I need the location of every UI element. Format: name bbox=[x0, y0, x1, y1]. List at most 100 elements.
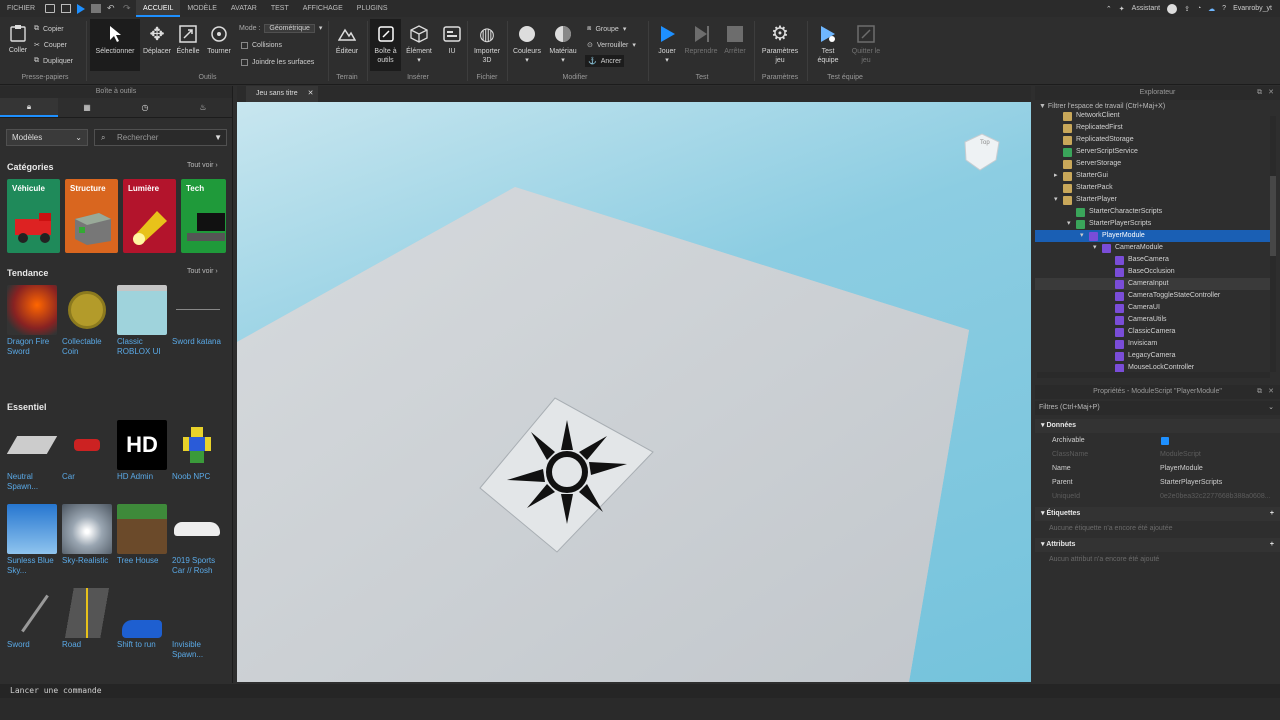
command-bar[interactable]: Lancer une commande bbox=[0, 684, 1280, 698]
colors-button[interactable]: Couleurs ▾ bbox=[510, 24, 544, 65]
asset-type-dropdown[interactable]: Modèles ⌄ bbox=[6, 129, 88, 146]
ui-button[interactable]: IU bbox=[440, 24, 464, 56]
property-row[interactable]: UniqueId 0e2e0bea32c2277668b388a0608... bbox=[1035, 490, 1280, 504]
property-row[interactable]: Parent StarterPlayerScripts bbox=[1035, 476, 1280, 490]
cloud-icon[interactable]: ☁ bbox=[1208, 5, 1215, 13]
group-button[interactable]: ⧈ Groupe ▾ bbox=[587, 23, 626, 35]
undo-icon[interactable]: ↶ bbox=[107, 4, 117, 13]
redo-icon[interactable]: ↷ bbox=[123, 4, 133, 13]
add-attribute-icon[interactable]: + bbox=[1270, 538, 1274, 552]
tree-item[interactable]: ▸ StarterGui bbox=[1035, 170, 1270, 182]
tab-creations[interactable]: ♨ bbox=[174, 98, 232, 117]
expand-arrow-icon[interactable]: ▾ bbox=[1080, 230, 1089, 242]
3d-viewport[interactable]: Top bbox=[237, 102, 1031, 682]
asset-sunless-blue-sky[interactable]: Sunless Blue Sky... bbox=[7, 504, 59, 576]
user-name[interactable]: Evanroby_yt bbox=[1233, 5, 1272, 12]
expand-arrow-icon[interactable]: ▸ bbox=[1054, 170, 1063, 182]
join-surfaces-toggle[interactable]: Joindre les surfaces bbox=[241, 56, 314, 68]
property-value[interactable]: 0e2e0bea32c2277668b388a0608... bbox=[1160, 490, 1278, 504]
tab-untitled-game[interactable]: Jeu sans titre ✕ bbox=[246, 86, 318, 102]
property-value[interactable]: StarterPlayerScripts bbox=[1160, 476, 1278, 490]
tab-plugins[interactable]: PLUGINS bbox=[350, 0, 395, 17]
tree-item[interactable]: CameraUtils bbox=[1035, 314, 1270, 326]
checkbox-checked-icon[interactable] bbox=[1161, 437, 1169, 445]
asset-dragon-fire-sword[interactable]: Dragon Fire Sword bbox=[7, 285, 59, 357]
close-icon[interactable]: ✕ bbox=[1268, 385, 1274, 399]
category-tech[interactable]: Tech bbox=[181, 179, 226, 253]
element-button[interactable]: Élément ▾ bbox=[403, 24, 435, 65]
mode-selector[interactable]: Mode : Géométrique ▾ bbox=[239, 22, 322, 34]
copy-button[interactable]: ⧉ Copier bbox=[34, 23, 64, 35]
explorer-scrollbar[interactable] bbox=[1270, 116, 1276, 372]
expand-arrow-icon[interactable]: ▾ bbox=[1054, 194, 1063, 206]
collisions-toggle[interactable]: Collisions bbox=[241, 39, 282, 51]
material-button[interactable]: Matériau ▾ bbox=[546, 24, 580, 65]
search-input[interactable]: ⌕ Rechercher ▼ bbox=[94, 129, 227, 146]
move-tool-button[interactable]: ✥ Déplacer bbox=[141, 24, 173, 56]
notifications-icon[interactable]: ◔ bbox=[1197, 5, 1201, 12]
tree-item[interactable]: ▾ StarterPlayerScripts bbox=[1035, 218, 1270, 230]
play-button[interactable]: Jouer ▾ bbox=[653, 24, 681, 65]
tree-item[interactable]: ▾ PlayerModule bbox=[1035, 230, 1270, 242]
section-tags[interactable]: ▾ Étiquettes + bbox=[1035, 507, 1280, 521]
tab-model[interactable]: MODÈLE bbox=[180, 0, 224, 17]
view-cube[interactable]: Top bbox=[964, 133, 1000, 171]
filter-icon[interactable]: ▼ bbox=[214, 130, 222, 145]
tree-item[interactable]: StarterCharacterScripts bbox=[1035, 206, 1270, 218]
property-row[interactable]: Archivable bbox=[1035, 434, 1280, 448]
tree-item[interactable]: ServerScriptService bbox=[1035, 146, 1270, 158]
asset-road[interactable]: Road bbox=[62, 588, 114, 650]
paste-button[interactable]: Coller bbox=[6, 23, 30, 55]
close-icon[interactable]: ✕ bbox=[308, 90, 314, 97]
popout-icon[interactable]: ⧉ bbox=[1257, 86, 1262, 100]
select-tool-button[interactable]: Sélectionner bbox=[90, 19, 140, 71]
mode-value[interactable]: Géométrique bbox=[264, 23, 315, 33]
add-tag-icon[interactable]: + bbox=[1270, 507, 1274, 521]
expand-arrow-icon[interactable]: ▾ bbox=[1067, 218, 1076, 230]
asset-sports-car[interactable]: 2019 Sports Car // Rosh bbox=[172, 504, 224, 576]
asset-noob-npc[interactable]: Noob NPC bbox=[172, 420, 224, 482]
toolbox-button[interactable]: Boîte à outils bbox=[370, 19, 401, 71]
see-all-categories-link[interactable]: Tout voir › bbox=[187, 162, 218, 169]
properties-filter-input[interactable]: Filtres (Ctrl+Maj+P) ⌄ bbox=[1035, 401, 1280, 415]
tree-item[interactable]: ▾ StarterPlayer bbox=[1035, 194, 1270, 206]
new-file-icon[interactable] bbox=[45, 4, 55, 13]
help-icon[interactable]: ? bbox=[1222, 5, 1226, 12]
tree-item[interactable]: LegacyCamera bbox=[1035, 350, 1270, 362]
asset-hd-admin[interactable]: HD HD Admin bbox=[117, 420, 169, 482]
tab-avatar[interactable]: AVATAR bbox=[224, 0, 264, 17]
assistant-icon[interactable]: ✦ bbox=[1119, 5, 1125, 13]
close-icon[interactable]: ✕ bbox=[1268, 86, 1274, 100]
asset-neutral-spawn[interactable]: Neutral Spawn... bbox=[6, 420, 59, 492]
explorer-hscrollbar[interactable] bbox=[1037, 372, 1270, 378]
tree-item[interactable]: Invisicam bbox=[1035, 338, 1270, 350]
property-row[interactable]: Name PlayerModule bbox=[1035, 462, 1280, 476]
category-structure[interactable]: Structure bbox=[65, 179, 118, 253]
rotate-tool-button[interactable]: Tourner bbox=[204, 24, 234, 56]
asset-invisible-spawn[interactable]: Invisible Spawn... bbox=[172, 588, 224, 660]
tree-item[interactable]: ReplicatedStorage bbox=[1035, 134, 1270, 146]
property-value[interactable]: PlayerModule bbox=[1160, 462, 1278, 476]
popout-icon[interactable]: ⧉ bbox=[1257, 385, 1262, 399]
avatar-icon[interactable] bbox=[1167, 3, 1178, 14]
tree-item[interactable]: BaseCamera bbox=[1035, 254, 1270, 266]
asset-collectable-coin[interactable]: Collectable Coin bbox=[62, 285, 114, 357]
asset-sky-realistic[interactable]: Sky-Realistic bbox=[62, 504, 114, 566]
expand-arrow-icon[interactable]: ▾ bbox=[1093, 242, 1102, 254]
asset-shift-to-run[interactable]: Shift to run bbox=[117, 588, 169, 650]
tree-item[interactable]: ServerStorage bbox=[1035, 158, 1270, 170]
category-vehicle[interactable]: Véhicule bbox=[7, 179, 60, 253]
share-icon[interactable]: ⇪ bbox=[1184, 5, 1190, 13]
tree-item[interactable]: BaseOcclusion bbox=[1035, 266, 1270, 278]
import-3d-button[interactable]: ◍ Importer 3D bbox=[470, 24, 504, 65]
play-quick-icon[interactable] bbox=[77, 3, 85, 14]
lock-button[interactable]: ⊙ Verrouiller ▾ bbox=[587, 39, 636, 51]
terrain-editor-button[interactable]: Éditeur bbox=[332, 24, 362, 56]
section-data[interactable]: ▾ Données bbox=[1035, 419, 1280, 433]
tree-item[interactable]: NetworkClient bbox=[1035, 110, 1270, 122]
asset-tree-house[interactable]: Tree House bbox=[117, 504, 169, 566]
tree-item[interactable]: ClassicCamera bbox=[1035, 326, 1270, 338]
tab-test[interactable]: TEST bbox=[264, 0, 296, 17]
tree-item[interactable]: CameraInput bbox=[1035, 278, 1270, 290]
scale-tool-button[interactable]: Échelle bbox=[174, 24, 202, 56]
